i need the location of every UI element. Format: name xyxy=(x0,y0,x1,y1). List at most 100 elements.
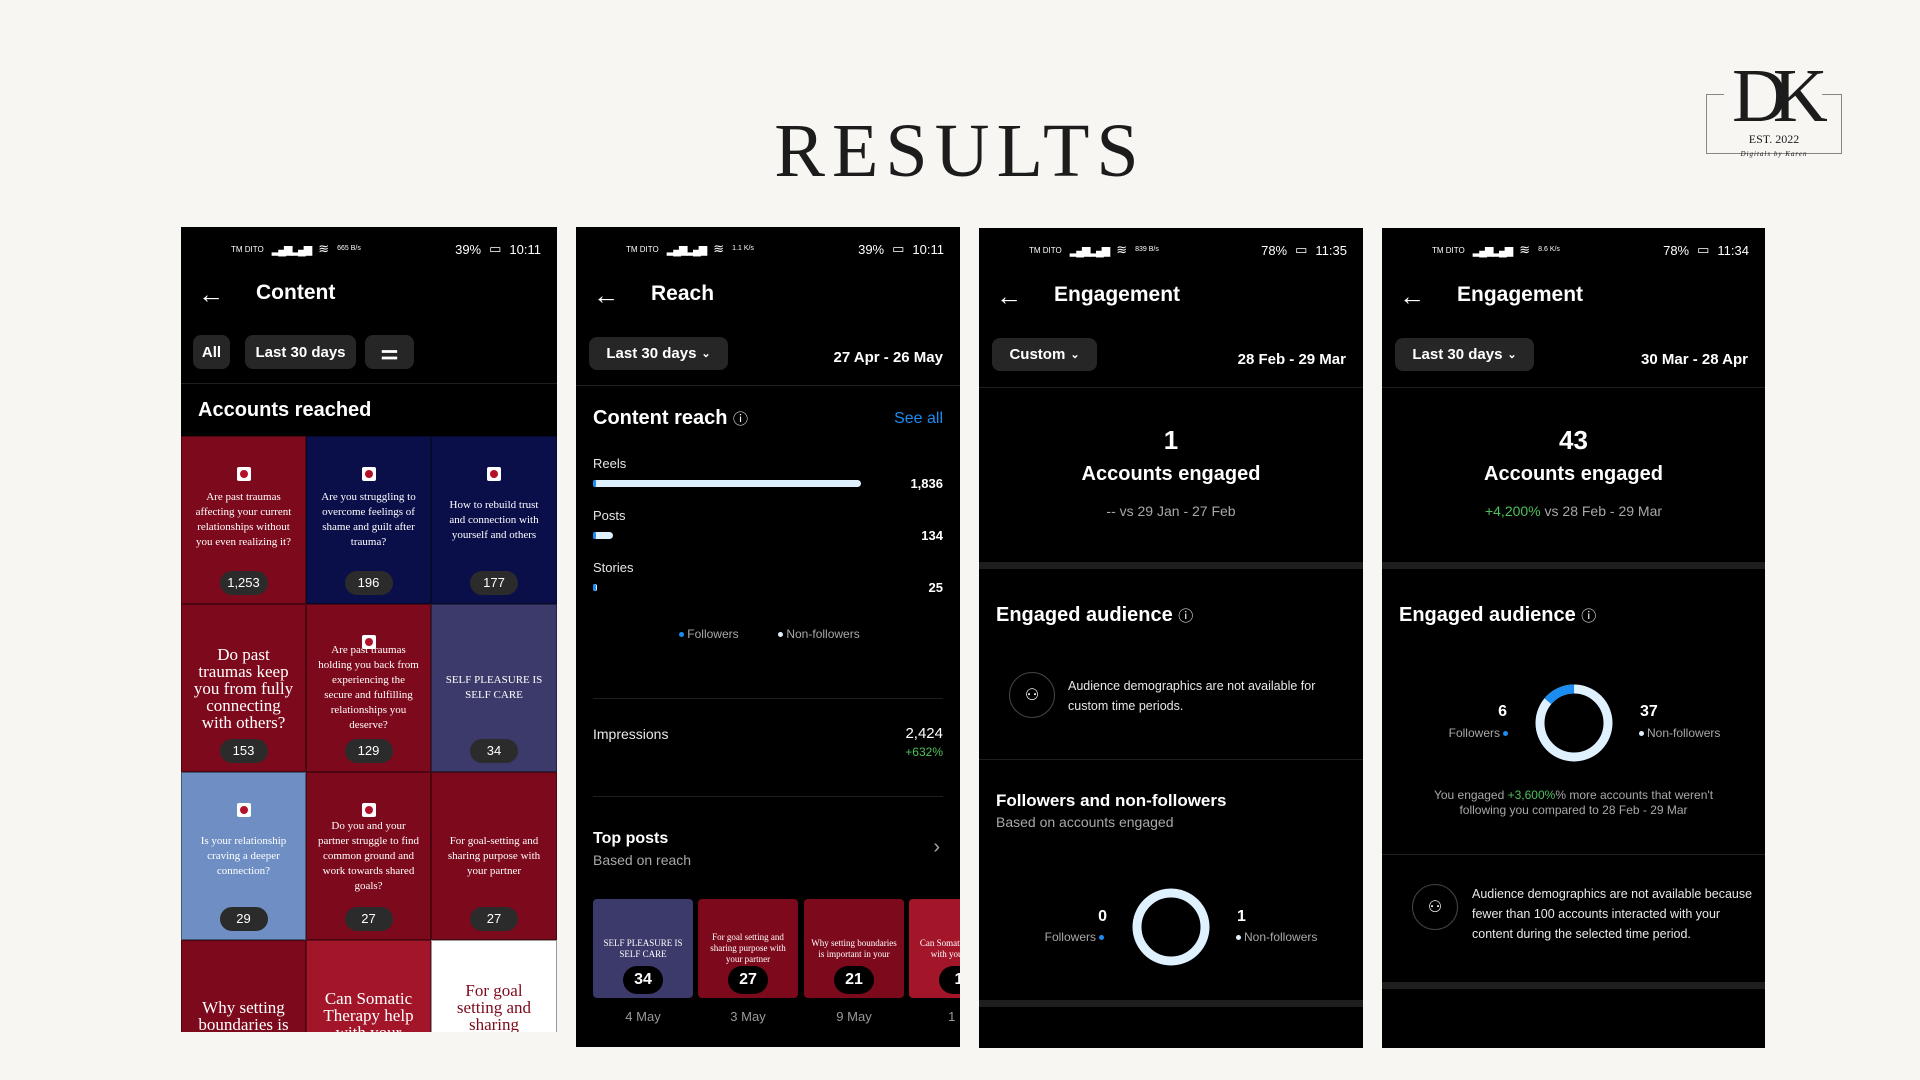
top-post-date: 9 May xyxy=(836,1009,872,1024)
reach-row-value: 25 xyxy=(928,580,943,595)
chevron-right-icon[interactable]: › xyxy=(933,836,940,859)
dropdown-label: Last 30 days xyxy=(1412,346,1503,363)
back-arrow-icon[interactable]: ← xyxy=(198,281,224,307)
status-bar: TM DITO ▂▄▆ ▂▄▆ ≋ 665 B/s 39% ▭ 10:11 xyxy=(231,239,541,259)
clock: 11:35 xyxy=(1315,242,1347,258)
date-range: 27 Apr - 26 May xyxy=(833,349,944,366)
post-tile[interactable]: Do past traumas keep you from fully conn… xyxy=(181,604,306,772)
post-caption: SELF PLEASURE IS SELF CARE xyxy=(603,937,683,959)
screen-title: Content xyxy=(256,281,336,304)
battery-percent: 78% xyxy=(1261,242,1288,258)
brand-mark-icon xyxy=(361,635,376,649)
brand-mark-icon xyxy=(361,803,376,817)
date-range-dropdown[interactable]: Custom ⌄ xyxy=(992,338,1097,371)
reach-bar xyxy=(593,480,861,487)
top-posts-subtitle: Based on reach xyxy=(593,852,692,868)
post-tile[interactable]: SELF PLEASURE IS SELF CARE 34 xyxy=(431,604,557,772)
reach-screen: TM DITO ▂▄▆ ▂▄▆ ≋ 1.1 K/s 39% ▭ 10:11 ← … xyxy=(576,227,960,1047)
post-caption: For goal-setting and sharing purpose wit… xyxy=(447,834,541,877)
reach-row-value: 1,836 xyxy=(910,476,943,491)
engaged-summary: You engaged +3,600%% more accounts that … xyxy=(1433,788,1714,817)
reach-count-badge: 21 xyxy=(834,966,874,994)
reach-bar xyxy=(593,584,597,591)
date-range-dropdown[interactable]: Last 30 days ⌄ xyxy=(589,337,728,370)
info-icon: ⓘ xyxy=(733,411,749,428)
post-tile[interactable]: For goal setting and sharing purpose wit… xyxy=(431,940,557,1032)
sliders-icon[interactable]: ⚌ xyxy=(365,335,414,369)
signal-icon: ▂▄▆ ▂▄▆ xyxy=(1069,244,1111,257)
post-tile[interactable]: Are past traumas holding you back from e… xyxy=(306,604,431,772)
demographics-note: Audience demographics are not available … xyxy=(1472,887,1753,941)
top-posts-title: Top posts xyxy=(593,830,669,847)
see-all-link[interactable]: See all xyxy=(894,410,943,428)
screen-title: Engagement xyxy=(1054,283,1181,306)
post-caption: Why setting boundaries is important in y… xyxy=(811,937,897,959)
engagement-custom-screen: TM DITO ▂▄▆ ▂▄▆ ≋ 839 B/s 78% ▭ 11:35 ← … xyxy=(979,228,1363,1048)
wifi-icon: ≋ xyxy=(1116,242,1128,257)
post-caption: Why setting boundaries is important xyxy=(198,997,289,1033)
wifi-icon: ≋ xyxy=(318,241,330,256)
content-reach-title: Content reach ⓘ xyxy=(593,407,749,429)
post-caption: SELF PLEASURE IS SELF CARE xyxy=(445,674,543,701)
impressions-value: 2,424 xyxy=(905,725,943,742)
reach-count-badge: 34 xyxy=(470,739,518,763)
post-tile[interactable]: How to rebuild trust and connection with… xyxy=(431,436,557,604)
followers-label: Followers xyxy=(1449,726,1511,740)
filter-all-chip[interactable]: All xyxy=(193,335,230,369)
signal-icon: ▂▄▆ ▂▄▆ xyxy=(271,243,313,256)
reach-count-badge: 177 xyxy=(470,571,518,595)
date-range-dropdown[interactable]: Last 30 days ⌄ xyxy=(1395,338,1534,371)
battery-percent: 39% xyxy=(455,241,482,257)
net-speed: 8.6 K/s xyxy=(1538,246,1560,253)
reach-count-badge: 27 xyxy=(344,907,393,931)
post-tile[interactable]: Are past traumas affecting your current … xyxy=(181,436,306,604)
post-grid: Are past traumas affecting your current … xyxy=(181,436,557,1032)
wifi-icon: ≋ xyxy=(1519,242,1531,257)
carrier: TM DITO xyxy=(231,244,264,254)
net-speed: 1.1 K/s xyxy=(732,245,754,252)
post-tile[interactable]: For goal-setting and sharing purpose wit… xyxy=(431,772,557,940)
top-post-thumbnail[interactable]: Can Somatic Therapy with your respo 1 xyxy=(909,899,960,998)
signal-icon: ▂▄▆ ▂▄▆ xyxy=(666,243,708,256)
followers-label: Followers xyxy=(1045,930,1107,944)
carrier: TM DITO xyxy=(626,244,659,254)
post-caption: Do you and your partner struggle to find… xyxy=(317,819,420,892)
status-bar: TM DITO ▂▄▆ ▂▄▆ ≋ 1.1 K/s 39% ▭ 10:11 xyxy=(626,239,944,259)
demographics-note: Audience demographics are not available … xyxy=(1068,679,1316,713)
post-caption: Are past traumas holding you back from e… xyxy=(318,644,419,731)
post-tile[interactable]: Can Somatic Therapy help with your body'… xyxy=(306,940,431,1032)
engagement-30-days-screen: TM DITO ▂▄▆ ▂▄▆ ≋ 8.6 K/s 78% ▭ 11:34 ← … xyxy=(1382,228,1765,1048)
back-arrow-icon[interactable]: ← xyxy=(996,283,1022,309)
post-tile[interactable]: Are you struggling to overcome feelings … xyxy=(306,436,431,604)
post-tile[interactable]: Is your relationship craving a deeper co… xyxy=(181,772,306,940)
content-screen: TM DITO ▂▄▆ ▂▄▆ ≋ 665 B/s 39% ▭ 10:11 ← … xyxy=(181,227,557,1032)
reach-row-label: Stories xyxy=(593,560,634,575)
top-post-thumbnail[interactable]: SELF PLEASURE IS SELF CARE 34 xyxy=(593,899,693,998)
back-arrow-icon[interactable]: ← xyxy=(1399,283,1425,309)
followers-section-title: Followers and non-followers xyxy=(996,791,1227,810)
clock: 10:11 xyxy=(509,241,541,257)
screen-title: Engagement xyxy=(1457,283,1584,306)
top-post-thumbnail[interactable]: For goal setting and sharing purpose wit… xyxy=(698,899,798,998)
top-post-thumbnail[interactable]: Why setting boundaries is important in y… xyxy=(804,899,904,998)
reach-count-badge: 27 xyxy=(470,907,518,931)
date-range-chip[interactable]: Last 30 days xyxy=(245,335,356,369)
non-followers-count: 1 xyxy=(1237,908,1246,925)
section-title: Accounts reached xyxy=(198,399,372,421)
chevron-down-icon: ⌄ xyxy=(701,348,711,360)
reach-count-badge: 29 xyxy=(219,907,268,931)
battery-icon: ▭ xyxy=(1697,242,1710,257)
people-icon: ⚇ xyxy=(1009,672,1055,718)
post-tile[interactable]: Why setting boundaries is important xyxy=(181,940,306,1032)
non-followers-label: Non-followers xyxy=(1636,726,1720,740)
post-tile[interactable]: Do you and your partner struggle to find… xyxy=(306,772,431,940)
dropdown-label: Last 30 days xyxy=(606,345,697,362)
top-post-date: 1 M xyxy=(948,1009,960,1024)
chevron-down-icon: ⌄ xyxy=(1070,349,1080,361)
dropdown-label: Custom xyxy=(1009,346,1066,363)
date-range: 30 Mar - 28 Apr xyxy=(1641,351,1748,368)
clock: 10:11 xyxy=(912,241,944,257)
engaged-audience-title: Engaged audience ⓘ xyxy=(1399,604,1597,626)
post-caption: Can Somatic Therapy with your respo xyxy=(919,937,960,959)
back-arrow-icon[interactable]: ← xyxy=(593,282,619,308)
